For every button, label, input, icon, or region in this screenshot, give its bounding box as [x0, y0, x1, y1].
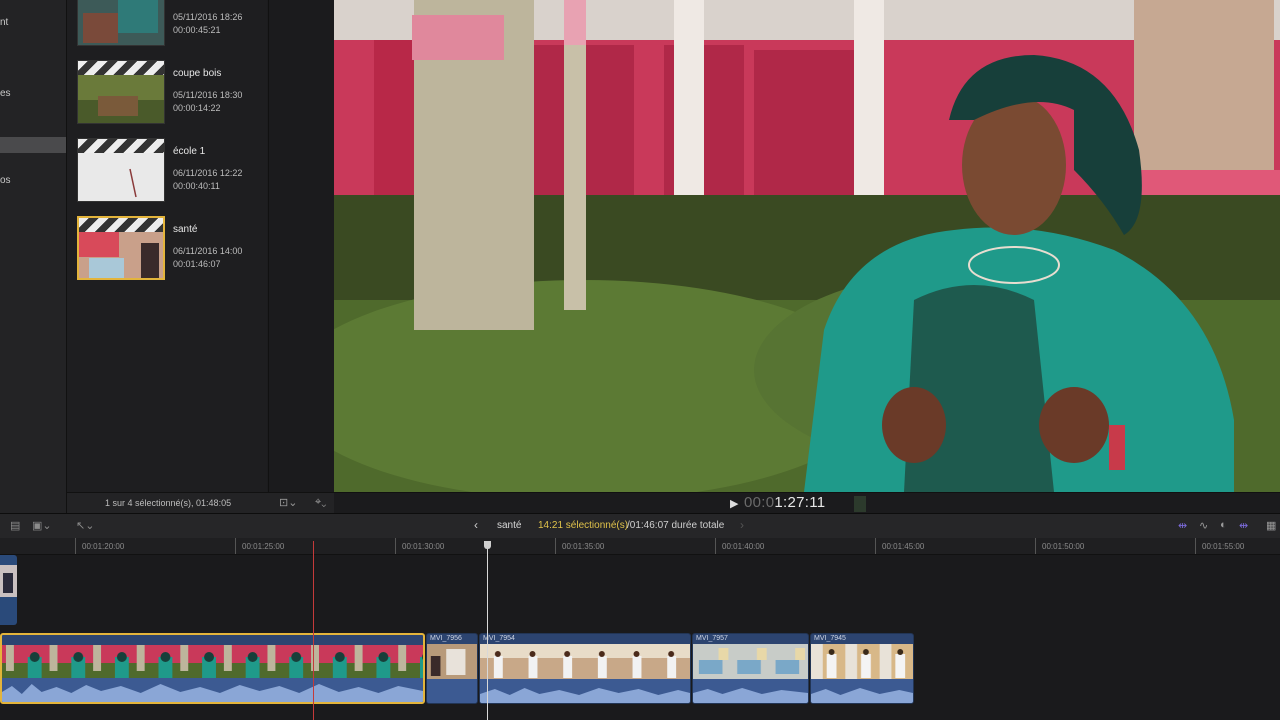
clip-thumbnail[interactable]: [77, 0, 165, 46]
library-sidebar: nt es os: [0, 0, 67, 513]
edit-mode-icon[interactable]: ▣⌄: [32, 519, 52, 532]
clip-audio-waveform: [693, 679, 808, 703]
selection-duration: 14:21 sélectionné(s): [538, 520, 629, 531]
clip-filmstrip: [811, 644, 913, 680]
timecode-dim-part: 00:0: [744, 494, 775, 511]
audio-skimming-icon[interactable]: ∿: [1199, 519, 1208, 532]
sidebar-item-4[interactable]: os: [0, 175, 11, 186]
timeline-clip-label: MVI_7956: [430, 635, 462, 642]
timeline-clip-mvi-7954[interactable]: MVI_7954: [479, 633, 691, 704]
ruler-tick-label: 00:01:40:00: [722, 542, 765, 551]
ruler-tick: [1035, 538, 1036, 554]
clapper-icon: [79, 218, 163, 232]
clip-date: 06/11/2016 14:00: [173, 246, 243, 256]
total-duration: /01:46:07 durée totale: [627, 520, 725, 531]
clip-duration: 00:00:40:11: [173, 181, 220, 191]
solo-icon[interactable]: ◐: [1220, 519, 1227, 531]
ruler-tick: [395, 538, 396, 554]
clip-date: 06/11/2016 12:22: [173, 168, 243, 178]
playhead-handle[interactable]: [484, 541, 491, 549]
back-arrow-icon[interactable]: ‹: [474, 518, 478, 532]
clip-date: 05/11/2016 18:26: [173, 12, 243, 22]
selection-count: 1 sur 4 sélectionné(s), 01:48:05: [105, 498, 232, 508]
timecode-value: 1:27:11: [774, 494, 826, 511]
forward-arrow-icon[interactable]: ›: [740, 518, 744, 532]
skimmer-line: [313, 541, 314, 720]
clip-appearance-icon[interactable]: ⊡⌄: [279, 496, 297, 509]
ruler-tick: [1195, 538, 1196, 554]
ruler-tick-label: 00:01:55:00: [1202, 542, 1245, 551]
ruler-tick-label: 00:01:35:00: [562, 542, 605, 551]
clip-filmstrip: [480, 644, 690, 680]
viewer-frame-image: [334, 0, 1280, 492]
viewer: [334, 0, 1280, 492]
skimming-icon[interactable]: ⇹: [1178, 519, 1187, 532]
timeline-clip-label: MVI_7957: [696, 635, 728, 642]
ruler-tick-label: 00:01:20:00: [82, 542, 125, 551]
ruler-tick-label: 00:01:30:00: [402, 542, 445, 551]
browser-divider-panel: [268, 0, 335, 492]
sidebar-item-2[interactable]: es: [0, 88, 11, 99]
browser-clip-1[interactable]: 05/11/2016 18:26 00:00:45:21: [77, 0, 267, 60]
clip-duration: 00:00:45:21: [173, 25, 221, 35]
timeline-clip-mvi-7956[interactable]: MVI_7956: [426, 633, 478, 704]
connect-clip-icon[interactable]: ▤: [10, 519, 20, 532]
clip-thumbnail[interactable]: [77, 60, 165, 124]
clip-name: santé: [173, 224, 198, 235]
project-name: santé: [497, 520, 522, 531]
ruler-tick: [715, 538, 716, 554]
sidebar-selection-highlight: [0, 137, 66, 153]
ruler-tick-label: 00:01:25:00: [242, 542, 285, 551]
clip-filmstrip: [427, 644, 477, 680]
connected-clip-thumbnail: [0, 565, 17, 597]
clip-audio-waveform: [811, 679, 913, 703]
ruler-tick: [235, 538, 236, 554]
snapping-icon[interactable]: ⇹: [1239, 519, 1248, 532]
clip-appearance-icon[interactable]: ▦: [1266, 519, 1276, 532]
browser-clip-2[interactable]: coupe bois 05/11/2016 18:30 00:00:14:22: [77, 60, 267, 138]
audio-meters[interactable]: [854, 496, 866, 512]
playhead-line[interactable]: [487, 541, 488, 720]
clip-thumbnail-selected[interactable]: [77, 216, 165, 280]
clip-duration: 00:01:46:07: [173, 259, 221, 269]
clip-filmstrip: [693, 644, 808, 680]
clip-name: coupe bois: [173, 68, 222, 79]
clapper-icon: [78, 61, 164, 75]
select-tool-icon[interactable]: ↖⌄: [76, 519, 94, 532]
browser-clip-4[interactable]: santé 06/11/2016 14:00 00:01:46:07: [77, 216, 267, 294]
connected-clip[interactable]: [0, 555, 17, 625]
clip-date: 05/11/2016 18:30: [173, 90, 243, 100]
ruler-tick-label: 00:01:50:00: [1042, 542, 1085, 551]
clip-audio-waveform: [2, 678, 423, 702]
transform-icon[interactable]: ⌖⌄: [315, 496, 326, 509]
viewer-timecode[interactable]: 00:01:27:11: [744, 494, 825, 511]
ruler-tick: [555, 538, 556, 554]
clip-browser: 05/11/2016 18:26 00:00:45:21 coupe bois …: [67, 0, 267, 492]
ruler-tick-label: 00:01:45:00: [882, 542, 925, 551]
ruler-tick: [75, 538, 76, 554]
clip-duration: 00:00:14:22: [173, 103, 221, 113]
timeline-clip-sante[interactable]: [0, 633, 425, 704]
timeline-clip-mvi-7957[interactable]: MVI_7957: [692, 633, 809, 704]
ruler-tick: [875, 538, 876, 554]
timeline-clip-label: MVI_7945: [814, 635, 846, 642]
clip-thumbnail[interactable]: [77, 138, 165, 202]
clip-filmstrip: [2, 645, 423, 681]
clapper-icon: [78, 139, 164, 153]
clip-audio-waveform: [480, 679, 690, 703]
play-icon[interactable]: ▶: [730, 497, 738, 510]
clip-name: école 1: [173, 146, 206, 157]
timeline-clip-mvi-7945[interactable]: MVI_7945: [810, 633, 914, 704]
timeline-toolbar: ▤ ▣⌄ ↖⌄ ‹ santé 14:21 sélectionné(s) /01…: [0, 513, 1280, 539]
clip-thumbnail-image: [78, 0, 164, 45]
clip-audio-waveform: [427, 679, 477, 703]
timeline-ruler[interactable]: 00:01:20:00 00:01:25:00 00:01:30:00 00:0…: [0, 538, 1280, 555]
browser-footer: 1 sur 4 sélectionné(s), 01:48:05 ⊡⌄ ⌖⌄: [67, 492, 334, 514]
viewer-footer: ▶ 00:01:27:11: [334, 492, 1280, 514]
browser-clip-3[interactable]: école 1 06/11/2016 12:22 00:00:40:11: [77, 138, 267, 216]
sidebar-item-1[interactable]: nt: [0, 17, 8, 28]
